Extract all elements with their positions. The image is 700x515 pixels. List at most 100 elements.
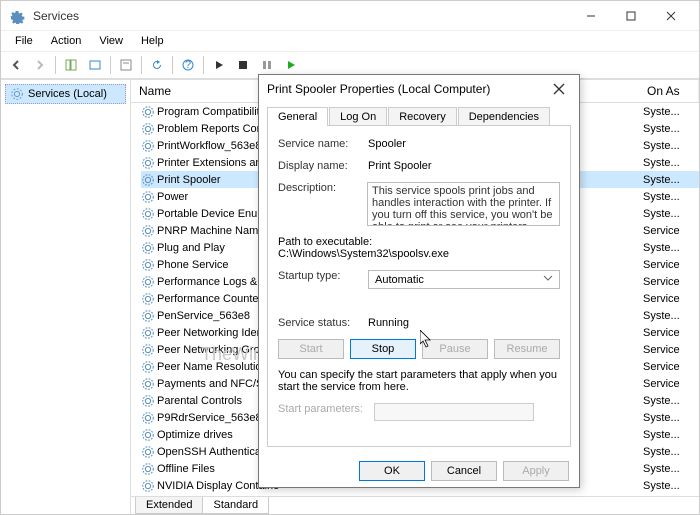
dialog-title: Print Spooler Properties (Local Computer… xyxy=(267,82,547,96)
gear-icon xyxy=(141,326,155,340)
label-path: Path to executable: xyxy=(278,236,560,248)
service-logon-as: Service xyxy=(643,344,699,356)
gear-icon xyxy=(141,258,155,272)
gear-icon xyxy=(141,122,155,136)
cancel-button[interactable]: Cancel xyxy=(431,461,497,481)
tab-extended[interactable]: Extended xyxy=(135,497,203,514)
gear-icon xyxy=(141,445,155,459)
label-startup-type: Startup type: xyxy=(278,270,368,282)
gear-icon xyxy=(141,343,155,357)
menu-file[interactable]: File xyxy=(7,33,41,49)
menubar: File Action View Help xyxy=(1,31,699,51)
menu-help[interactable]: Help xyxy=(133,33,172,49)
service-logon-as: Syste... xyxy=(643,174,699,186)
tree-root-label: Services (Local) xyxy=(28,88,107,100)
start-params-input xyxy=(374,403,534,421)
gear-icon xyxy=(141,156,155,170)
tree-panel: Services (Local) xyxy=(1,80,131,514)
value-description[interactable]: This service spools print jobs and handl… xyxy=(367,182,560,226)
value-service-status: Running xyxy=(368,317,560,329)
label-description: Description: xyxy=(278,182,367,194)
properties-button[interactable] xyxy=(115,54,137,76)
service-logon-as: Service xyxy=(643,327,699,339)
stop-service-button[interactable] xyxy=(232,54,254,76)
service-logon-as: Syste... xyxy=(643,429,699,441)
maximize-button[interactable] xyxy=(611,2,651,30)
chevron-down-icon xyxy=(543,273,553,286)
gear-icon xyxy=(141,275,155,289)
menu-view[interactable]: View xyxy=(91,33,131,49)
gear-icon xyxy=(141,377,155,391)
service-logon-as: Service xyxy=(643,378,699,390)
stop-button[interactable]: Stop xyxy=(350,339,416,359)
tab-standard[interactable]: Standard xyxy=(202,497,269,514)
gear-icon xyxy=(141,479,155,493)
gear-icon xyxy=(141,462,155,476)
tree-services-local[interactable]: Services (Local) xyxy=(5,84,126,104)
gear-icon xyxy=(141,411,155,425)
service-logon-as: Syste... xyxy=(643,310,699,322)
export-button[interactable] xyxy=(84,54,106,76)
service-logon-as: Service xyxy=(643,225,699,237)
gear-icon xyxy=(141,139,155,153)
gear-icon xyxy=(10,87,24,101)
back-button[interactable] xyxy=(5,54,27,76)
dialog-close-button[interactable] xyxy=(547,77,571,101)
dialog-tab-general[interactable]: General xyxy=(267,107,328,126)
ok-button[interactable]: OK xyxy=(359,461,425,481)
dialog-tab-dependencies[interactable]: Dependencies xyxy=(458,107,550,126)
service-logon-as: Syste... xyxy=(643,106,699,118)
menu-action[interactable]: Action xyxy=(43,33,90,49)
minimize-button[interactable] xyxy=(571,2,611,30)
service-logon-as: Syste... xyxy=(643,123,699,135)
close-button[interactable] xyxy=(651,2,691,30)
resume-button: Resume xyxy=(494,339,560,359)
service-logon-as: Syste... xyxy=(643,191,699,203)
service-logon-as: Syste... xyxy=(643,208,699,220)
gear-icon xyxy=(141,309,155,323)
service-logon-as: Syste... xyxy=(643,463,699,475)
dialog-tab-recovery[interactable]: Recovery xyxy=(388,107,456,126)
service-logon-as: Service xyxy=(643,259,699,271)
column-logon-as[interactable]: On As xyxy=(639,80,699,102)
service-logon-as: Syste... xyxy=(643,157,699,169)
label-service-name: Service name: xyxy=(278,138,368,150)
gear-icon xyxy=(141,360,155,374)
gear-icon xyxy=(141,207,155,221)
gear-icon xyxy=(141,224,155,238)
label-service-status: Service status: xyxy=(278,317,368,329)
gear-icon xyxy=(141,105,155,119)
hint-text: You can specify the start parameters tha… xyxy=(278,369,560,393)
pause-service-button[interactable] xyxy=(256,54,278,76)
service-logon-as: Service xyxy=(643,361,699,373)
gear-icon xyxy=(141,292,155,306)
service-logon-as: Syste... xyxy=(643,140,699,152)
help-button[interactable]: ? xyxy=(177,54,199,76)
start-button: Start xyxy=(278,339,344,359)
value-service-name: Spooler xyxy=(368,138,406,150)
value-path: C:\Windows\System32\spoolsv.exe xyxy=(278,248,560,260)
forward-button[interactable] xyxy=(29,54,51,76)
label-start-params: Start parameters: xyxy=(278,403,368,415)
gear-icon xyxy=(141,428,155,442)
gear-icon xyxy=(141,241,155,255)
service-logon-as: Syste... xyxy=(643,395,699,407)
startup-type-combo[interactable]: Automatic xyxy=(368,270,560,289)
svg-text:?: ? xyxy=(185,59,191,71)
window-title: Services xyxy=(33,9,571,23)
dialog-tab-logon[interactable]: Log On xyxy=(329,107,387,126)
service-logon-as: Syste... xyxy=(643,446,699,458)
service-logon-as: Service xyxy=(643,293,699,305)
show-hide-tree-button[interactable] xyxy=(60,54,82,76)
refresh-button[interactable] xyxy=(146,54,168,76)
restart-service-button[interactable] xyxy=(280,54,302,76)
properties-dialog: Print Spooler Properties (Local Computer… xyxy=(258,74,580,488)
apply-button: Apply xyxy=(503,461,569,481)
dialog-titlebar: Print Spooler Properties (Local Computer… xyxy=(259,75,579,103)
service-logon-as: Syste... xyxy=(643,242,699,254)
gear-icon xyxy=(141,190,155,204)
titlebar: Services xyxy=(1,1,699,31)
gear-icon xyxy=(141,173,155,187)
start-service-button[interactable] xyxy=(208,54,230,76)
services-icon xyxy=(9,8,25,24)
